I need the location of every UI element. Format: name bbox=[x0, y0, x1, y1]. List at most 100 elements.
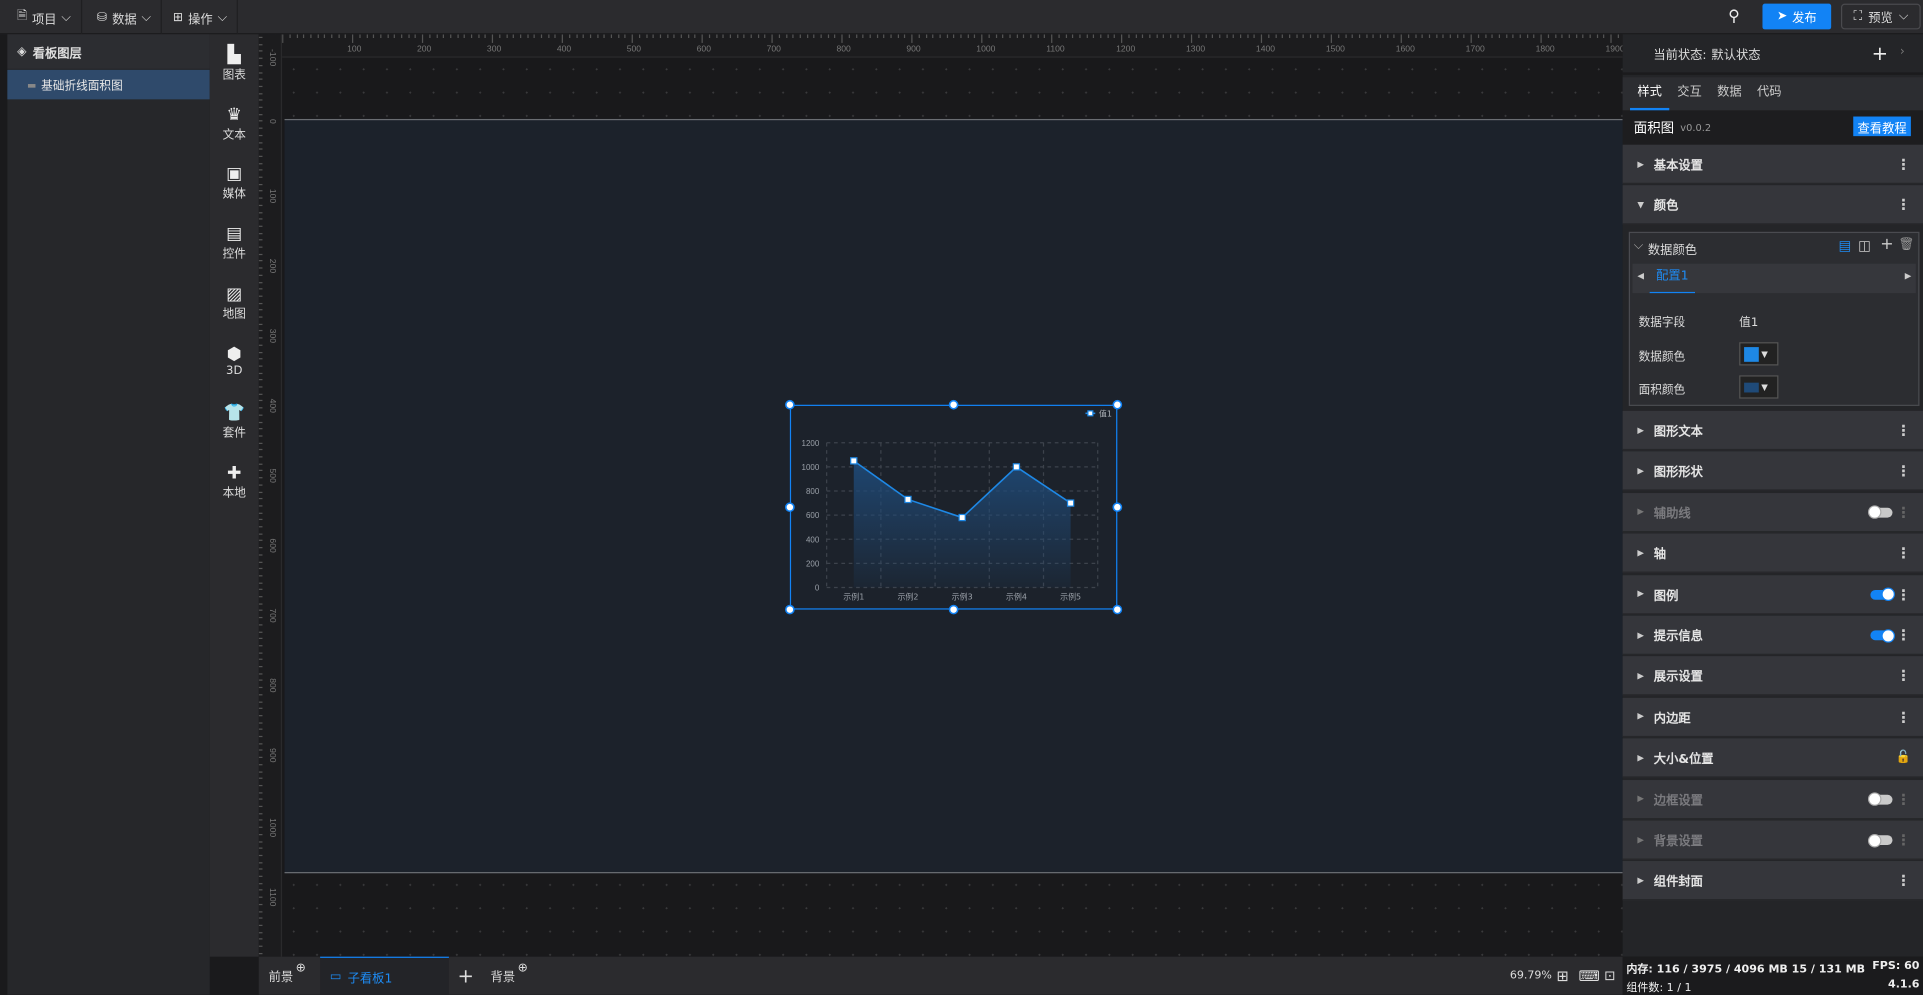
toolbox-shirt[interactable]: 👕 套件 bbox=[210, 404, 259, 440]
section-panel-sections-0[interactable]: ▶ 图形文本 ⋮ bbox=[1622, 410, 1923, 451]
more-vertical-icon[interactable]: ⋮ bbox=[1896, 544, 1911, 564]
resize-handle[interactable] bbox=[784, 399, 795, 409]
terminal-icon[interactable]: ⊡ bbox=[1604, 957, 1615, 995]
tab-0[interactable]: 样式 bbox=[1630, 77, 1670, 111]
section-panel-sections-6[interactable]: ▶ 展示设置 ⋮ bbox=[1622, 656, 1923, 696]
keyboard-icon[interactable]: ⌨ bbox=[1579, 957, 1600, 995]
resize-handle[interactable] bbox=[948, 604, 958, 614]
tab-foreground[interactable]: 前景 ⊕ bbox=[269, 957, 306, 995]
section-toggle[interactable] bbox=[1870, 628, 1895, 643]
more-vertical-icon[interactable]: ⋮ bbox=[1896, 871, 1911, 891]
section-toggle[interactable] bbox=[1867, 505, 1893, 520]
data-color-toggle[interactable]: ⌵ 数据颜色 bbox=[1634, 239, 1697, 257]
panel-layout-icon[interactable]: ◫ bbox=[1858, 238, 1871, 254]
toolbox-bar-chart[interactable]: ▙ 图表 bbox=[210, 46, 259, 82]
toolbox-text[interactable]: ♛ 文本 bbox=[210, 106, 259, 142]
menu-project[interactable]: 🗎 项目 ⌵ bbox=[7, 0, 82, 35]
section-panel-sections-9[interactable]: ▶ 边框设置 ⋮ bbox=[1622, 779, 1923, 819]
table-layout-icon[interactable]: ▤ bbox=[1839, 238, 1852, 254]
fit-screen-icon[interactable]: ⊞ bbox=[1556, 957, 1568, 995]
tab-1[interactable]: 交互 bbox=[1670, 77, 1709, 110]
section-toggle[interactable] bbox=[1870, 587, 1895, 602]
toolbox-puzzle[interactable]: ✚ 本地 bbox=[210, 464, 259, 500]
section-panel-sections-10[interactable]: ▶ 背景设置 ⋮ bbox=[1622, 820, 1923, 860]
data-point[interactable] bbox=[957, 513, 966, 521]
ruler-tick bbox=[813, 34, 815, 39]
resize-handle[interactable] bbox=[1111, 399, 1122, 409]
more-vertical-icon[interactable]: ⋮ bbox=[1896, 830, 1911, 850]
data-point[interactable] bbox=[1012, 462, 1020, 470]
publish-button[interactable]: ➤ 发布 bbox=[1762, 3, 1832, 30]
add-icon[interactable]: + bbox=[1880, 235, 1893, 253]
toolbox-map[interactable]: ▨ 地图 bbox=[210, 285, 259, 321]
tab-2[interactable]: 数据 bbox=[1710, 77, 1749, 110]
section-panel-sections-7[interactable]: ▶ 内边距 ⋮ bbox=[1622, 697, 1923, 737]
section-panel-sections-5[interactable]: ▶ 提示信息 ⋮ bbox=[1622, 615, 1923, 655]
ruler-tick bbox=[1260, 34, 1263, 43]
more-vertical-icon[interactable]: ⋮ bbox=[1896, 421, 1911, 441]
section-panel-sections_top-0[interactable]: ▶ 基本设置 ⋮ bbox=[1622, 144, 1923, 184]
area-color-picker[interactable]: ▼ bbox=[1739, 375, 1779, 399]
more-vertical-icon[interactable]: ⋮ bbox=[1896, 789, 1911, 809]
resize-handle[interactable] bbox=[1111, 501, 1122, 512]
section-panel-sections-2[interactable]: ▶ 辅助线 ⋮ bbox=[1622, 492, 1923, 533]
section-panel-sections-4[interactable]: ▶ 图例 ⋮ bbox=[1622, 574, 1923, 614]
preview-button[interactable]: ⛶ 预览 ⌵ bbox=[1840, 3, 1921, 30]
toolbox-cube[interactable]: ⬢ 3D bbox=[210, 345, 259, 378]
section-panel-sections-11[interactable]: ▶ 组件封面 ⋮ bbox=[1622, 861, 1923, 901]
tutorial-button[interactable]: 查看教程 bbox=[1853, 116, 1911, 137]
more-vertical-icon[interactable]: ⋮ bbox=[1896, 503, 1911, 523]
more-vertical-icon[interactable]: ⋮ bbox=[1896, 585, 1911, 605]
zoom-level[interactable]: 69.79% bbox=[1510, 957, 1552, 995]
trash-icon[interactable]: 🗑 bbox=[1899, 238, 1915, 251]
more-vertical-icon[interactable]: ⋮ bbox=[1896, 666, 1911, 686]
lock-icon[interactable]: 🔓 bbox=[1896, 748, 1911, 768]
tab-sub-board[interactable]: ▭ 子看板1 bbox=[320, 956, 449, 995]
area-chart-widget[interactable]: 0 200 400 600 800 1000 1200 示例1 示例2 示例3 示例4 示例5 值1 bbox=[784, 399, 1122, 614]
section-panel-sections-1[interactable]: ▶ 图形形状 ⋮ bbox=[1622, 451, 1923, 492]
resize-handle[interactable] bbox=[784, 501, 795, 512]
toolbox-control[interactable]: ▤ 控件 bbox=[210, 225, 259, 261]
search-icon[interactable]: ⚲ bbox=[1728, 7, 1740, 25]
resize-handle[interactable] bbox=[948, 399, 958, 409]
data-point[interactable] bbox=[903, 495, 912, 503]
config-tab-1[interactable]: 配置1 bbox=[1649, 264, 1696, 294]
ruler-tick bbox=[258, 826, 263, 829]
add-state-button[interactable]: + bbox=[1872, 42, 1888, 65]
add-circle-icon[interactable]: ⊕ bbox=[296, 962, 306, 975]
tab-3[interactable]: 代码 bbox=[1750, 77, 1789, 110]
section-panel-sections_top-1[interactable]: ▼ 颜色 ⋮ bbox=[1622, 185, 1923, 225]
menu-operate[interactable]: ⊞ 操作 ⌵ bbox=[163, 0, 238, 35]
more-vertical-icon[interactable]: ⋮ bbox=[1896, 155, 1911, 175]
ruler-tick bbox=[589, 34, 592, 39]
tab-background[interactable]: 背景 ⊕ bbox=[491, 957, 528, 995]
vertical-ruler[interactable]: -100 0 100 200 300 400 500 600 700 800 900 1000 1100… bbox=[258, 34, 283, 957]
more-vertical-icon[interactable]: ⋮ bbox=[1896, 707, 1911, 727]
state-value[interactable]: 默认状态 bbox=[1711, 44, 1760, 62]
toolbox-media[interactable]: ▣ 媒体 bbox=[210, 165, 259, 201]
section-panel-sections-8[interactable]: ▶ 大小&位置 🔓 bbox=[1622, 738, 1923, 778]
area-chart: 0 200 400 600 800 1000 1200 示例1 示例2 示例3 示例4 示例5 值1 bbox=[784, 399, 1122, 614]
data-field-value[interactable]: 值1 bbox=[1739, 313, 1758, 329]
more-vertical-icon[interactable]: ⋮ bbox=[1896, 195, 1911, 215]
ruler-tick bbox=[834, 34, 836, 39]
menu-data[interactable]: ⛁ 数据 ⌵ bbox=[87, 0, 162, 35]
more-vertical-icon[interactable]: ⋮ bbox=[1896, 626, 1911, 646]
horizontal-ruler[interactable]: 0100200300400500600700800900100011001200… bbox=[258, 34, 1623, 58]
data-point[interactable] bbox=[849, 456, 857, 464]
resize-handle[interactable] bbox=[1111, 604, 1122, 614]
tab-next-icon[interactable]: ▶ bbox=[1905, 271, 1912, 281]
section-panel-sections-3[interactable]: ▶ 轴 ⋮ bbox=[1622, 533, 1923, 574]
line-color-picker[interactable]: ▼ bbox=[1739, 342, 1779, 366]
tab-prev-icon[interactable]: ◀ bbox=[1637, 271, 1644, 281]
add-circle-icon[interactable]: ⊕ bbox=[518, 962, 528, 975]
data-point[interactable] bbox=[1066, 498, 1074, 507]
resize-handle[interactable] bbox=[784, 604, 795, 614]
add-board-button[interactable]: + bbox=[457, 957, 473, 995]
legend-label[interactable]: 值1 bbox=[1098, 408, 1111, 418]
layer-item[interactable]: ▬ 基础折线面积图 bbox=[7, 69, 210, 100]
section-toggle[interactable] bbox=[1867, 833, 1893, 847]
section-toggle[interactable] bbox=[1867, 792, 1893, 806]
more-vertical-icon[interactable]: ⋮ bbox=[1896, 462, 1911, 482]
chevron-right-icon[interactable]: › bbox=[1900, 45, 1905, 58]
